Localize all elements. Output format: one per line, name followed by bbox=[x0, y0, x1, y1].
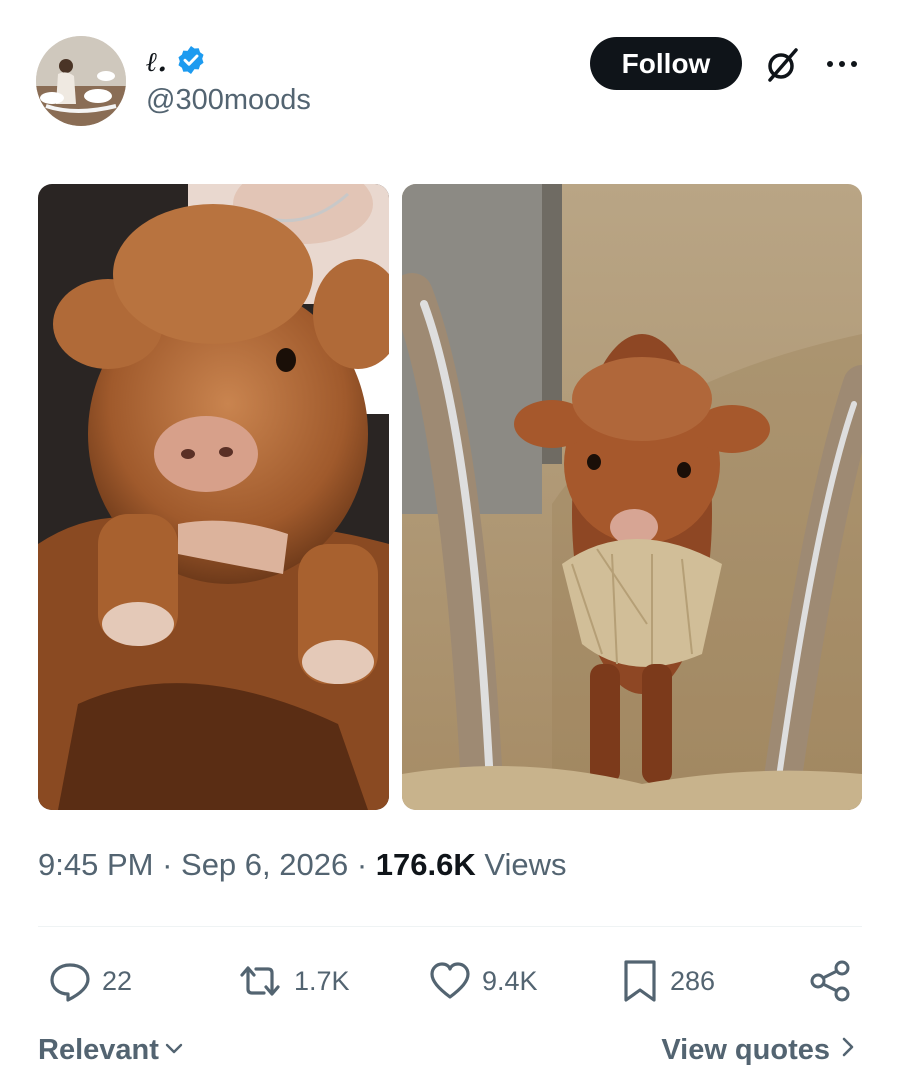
bookmark-button[interactable]: 286 bbox=[620, 958, 715, 1004]
tweet-meta: 9:45 PM · Sep 6, 2026 · 176.6K Views bbox=[38, 847, 567, 883]
view-quotes-label: View quotes bbox=[661, 1034, 830, 1066]
post-time[interactable]: 9:45 PM bbox=[38, 847, 153, 882]
follow-button[interactable]: Follow bbox=[590, 37, 742, 90]
divider bbox=[38, 926, 862, 927]
repost-icon bbox=[236, 959, 284, 1003]
meta-separator: · bbox=[162, 847, 182, 882]
views-label: Views bbox=[484, 847, 567, 882]
reply-count: 22 bbox=[102, 965, 133, 996]
highland-calf-hay-photo[interactable] bbox=[402, 184, 862, 810]
heart-icon bbox=[428, 959, 472, 1003]
more-icon[interactable] bbox=[824, 52, 860, 76]
reply-button[interactable]: 22 bbox=[48, 958, 132, 1004]
verified-badge-icon bbox=[175, 44, 207, 81]
view-quotes-link[interactable]: View quotes bbox=[661, 1034, 856, 1067]
sort-dropdown[interactable]: Relevant bbox=[38, 1034, 185, 1067]
share-icon bbox=[808, 959, 852, 1003]
like-button[interactable]: 9.4K bbox=[428, 958, 538, 1004]
author-name-row[interactable]: ℓ. bbox=[146, 44, 207, 81]
repost-button[interactable]: 1.7K bbox=[236, 958, 350, 1004]
highland-calf-held-photo[interactable] bbox=[38, 184, 389, 810]
grok-icon[interactable] bbox=[762, 44, 802, 84]
bookmark-count: 286 bbox=[670, 965, 716, 996]
reply-icon bbox=[48, 959, 92, 1003]
tweet-detail: ℓ. @300moods Follow 9:45 PM · Sep 6, 202… bbox=[0, 0, 900, 1087]
like-count: 9.4K bbox=[482, 965, 538, 996]
author-display-name[interactable]: ℓ. bbox=[146, 47, 167, 78]
views-count: 176.6K bbox=[375, 847, 476, 882]
author-handle[interactable]: @300moods bbox=[146, 84, 311, 117]
meta-separator: · bbox=[356, 847, 376, 882]
chevron-right-icon bbox=[840, 1034, 856, 1067]
bookmark-icon bbox=[620, 958, 660, 1004]
sort-label: Relevant bbox=[38, 1034, 159, 1066]
chevron-down-icon bbox=[163, 1034, 185, 1067]
post-date[interactable]: Sep 6, 2026 bbox=[181, 847, 348, 882]
share-button[interactable] bbox=[808, 958, 852, 1004]
avatar[interactable] bbox=[36, 36, 126, 126]
repost-count: 1.7K bbox=[294, 965, 350, 996]
